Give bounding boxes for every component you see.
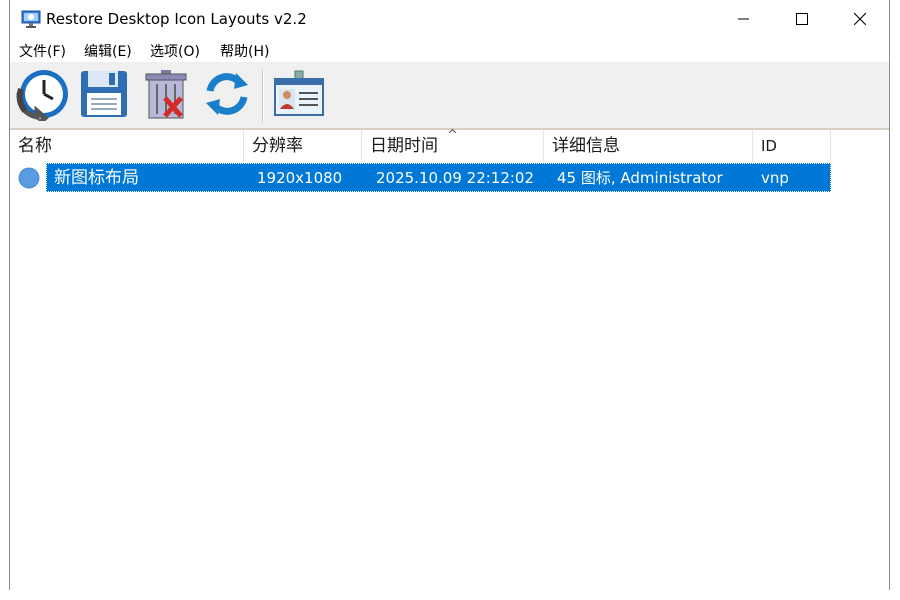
- column-header-id[interactable]: ID: [753, 130, 831, 162]
- column-header-name[interactable]: 名称: [10, 130, 244, 162]
- cell-id: vnp: [761, 169, 789, 187]
- restore-clock-icon: [15, 67, 69, 127]
- menu-bar: 文件(F) 编辑(E) 选项(O) 帮助(H): [10, 38, 889, 62]
- maximize-button[interactable]: [773, 0, 831, 38]
- menu-options[interactable]: 选项(O): [150, 41, 200, 61]
- cell-name: 新图标布局: [54, 168, 139, 188]
- app-monitor-icon: [21, 9, 41, 29]
- cell-resolution: 1920x1080: [257, 169, 343, 187]
- maximize-icon: [796, 13, 808, 25]
- toolbar: [10, 62, 889, 130]
- list-header: 名称 分辨率 日期时间 ^ 详细信息 ID: [10, 128, 831, 162]
- properties-button[interactable]: [270, 67, 328, 125]
- toolbar-separator: [262, 70, 264, 122]
- column-header-resolution[interactable]: 分辨率: [244, 130, 362, 162]
- app-window: Restore Desktop Icon Layouts v2.2 文件(F) …: [9, 0, 890, 590]
- menu-edit[interactable]: 编辑(E): [84, 41, 132, 61]
- delete-layout-button[interactable]: [137, 67, 195, 125]
- table-row[interactable]: 新图标布局 1920x1080 2025.10.09 22:12:02 45 图…: [10, 162, 831, 194]
- minimize-icon: [738, 13, 750, 25]
- save-layout-button[interactable]: [75, 67, 133, 125]
- column-header-details[interactable]: 详细信息: [544, 130, 753, 162]
- selected-row-highlight: 新图标布局 1920x1080 2025.10.09 22:12:02 45 图…: [46, 163, 831, 192]
- menu-help[interactable]: 帮助(H): [220, 41, 269, 61]
- close-icon: [854, 13, 866, 25]
- layout-list[interactable]: 名称 分辨率 日期时间 ^ 详细信息 ID 新图标布局 1920x1080 20…: [10, 128, 889, 590]
- id-card-icon: [273, 69, 325, 123]
- minimize-button[interactable]: [715, 0, 773, 38]
- refresh-icon: [202, 69, 252, 123]
- restore-layout-button[interactable]: [13, 67, 71, 127]
- delete-trash-icon: [141, 68, 191, 124]
- menu-file[interactable]: 文件(F): [19, 41, 66, 61]
- close-button[interactable]: [831, 0, 889, 38]
- cell-datetime: 2025.10.09 22:12:02: [376, 169, 535, 187]
- title-bar[interactable]: Restore Desktop Icon Layouts v2.2: [10, 0, 889, 38]
- refresh-button[interactable]: [198, 67, 256, 125]
- cell-details: 45 图标, Administrator: [557, 169, 723, 187]
- layout-item-icon: [18, 167, 40, 189]
- save-floppy-icon: [79, 69, 129, 123]
- window-title: Restore Desktop Icon Layouts v2.2: [46, 10, 307, 28]
- sort-ascending-indicator: ^: [447, 128, 458, 143]
